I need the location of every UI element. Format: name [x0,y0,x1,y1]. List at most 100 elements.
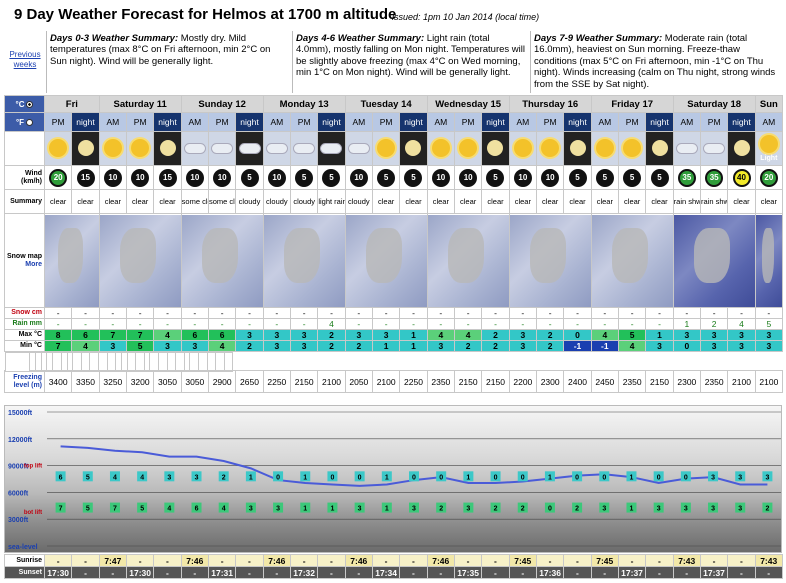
rain-cell: - [399,318,428,330]
sunrise-cell: 7:47 [98,554,127,567]
more-link[interactable]: More [6,261,42,269]
snow-cell: - [754,307,784,319]
snow-map[interactable] [180,213,264,308]
snow-cell: - [399,307,428,319]
snow-map[interactable] [344,213,428,308]
wind-cell: 15 [153,165,182,190]
weather-icon-cell [727,131,756,166]
snow-cell: - [262,307,292,319]
min-cell: 1 [371,340,401,352]
sunrise-cell: - [699,554,729,567]
snow-map[interactable] [262,213,346,308]
max-cell: 3 [699,329,729,341]
period-header: PM [289,112,319,132]
snow-map[interactable] [508,213,592,308]
sun-icon [459,138,478,157]
snow-map[interactable] [426,213,510,308]
svg-text:3: 3 [738,474,742,481]
wind-arrow-icon: 10 [103,168,122,187]
lift-temp-chip: 4 [164,502,175,513]
svg-text:0: 0 [412,474,416,481]
wind-arrow-icon: 35 [677,168,696,187]
freezing-cell: 2050 [344,370,373,393]
celsius-toggle[interactable]: °C [4,95,45,113]
lift-temp-chip: 3 [164,471,175,482]
lift-temp-chip: 5 [82,471,93,482]
sunrise-cell: 7:45 [590,554,619,567]
sunrise-cell: - [71,554,100,567]
period-header: night [235,112,264,132]
freezing-cell: 2150 [481,370,510,393]
weather-icon-cell [508,131,538,166]
wchill-cell: -1 [126,352,137,372]
max-cell: 3 [672,329,702,341]
sunset-cell: - [563,566,592,579]
period-header: night [481,112,510,132]
rain-cell: - [481,318,510,330]
lift-temp-chip: 3 [708,471,719,482]
period-header: AM [590,112,620,132]
wind-arrow-icon: 5 [623,168,642,187]
forecast-table: °C Fri Saturday 11 Sunday 12 Monday 13 Tuesda… [4,95,784,393]
icon-row-label [4,131,45,166]
rain-cell: - [590,318,620,330]
fahrenheit-toggle[interactable]: °F [4,112,45,132]
sunset-cell: 17:32 [289,566,319,579]
sunrise-cell: - [563,554,592,567]
svg-text:3: 3 [195,474,199,481]
period-header: AM [426,112,455,132]
sunrise-label: Sunrise [4,554,45,567]
rain-cell: - [262,318,292,330]
max-cell: 3 [508,329,538,341]
svg-text:1: 1 [630,474,634,481]
freezing-cell: 3350 [71,370,100,393]
weather-icon-cell [617,131,647,166]
max-cell: 8 [43,329,73,341]
sunrise-cell: - [235,554,264,567]
sunset-cell: 17:31 [207,566,237,579]
wind-arrow-icon: 10 [459,168,478,187]
freezing-cell: 2250 [399,370,428,393]
snow-map[interactable] [590,213,674,308]
weather-icon-cell [180,131,210,166]
freezing-cell: 2650 [235,370,264,393]
period-header: night [563,112,592,132]
wind-arrow-icon: 5 [404,168,423,187]
snow-map[interactable] [98,213,182,308]
rain-cell: - [426,318,455,330]
sunrise-cell: - [535,554,565,567]
sunset-cell: 17:36 [535,566,565,579]
min-cell: 3 [426,340,455,352]
period-header: PM [43,112,73,132]
moon-icon [77,139,94,156]
svg-text:1: 1 [466,474,470,481]
sunrise-cell: - [317,554,346,567]
wind-cell: 5 [371,165,401,190]
lift-temp-chip: 0 [436,471,447,482]
weather-icon-cell [71,131,100,166]
sunset-cell: - [590,566,619,579]
cloud-icon [265,143,288,154]
altitude-chart: 15000ft 12000ft 9000ft 6000ft 3000ft sea-leve… [4,405,782,553]
min-cell: 4 [617,340,647,352]
max-cell: 6 [207,329,237,341]
freezing-cell: 2100 [317,370,346,393]
snow-map[interactable] [754,213,784,308]
snowmap-label-text: Snow map [6,252,42,260]
greece-map-image [182,214,263,307]
moon-icon [159,139,176,156]
snow-map[interactable] [672,213,756,308]
snow-map[interactable] [44,213,100,308]
wind-arrow-icon: 20 [759,168,778,187]
svg-text:1: 1 [630,506,634,513]
wind-cell: 5 [399,165,428,190]
previous-weeks-link[interactable]: Previous weeks [4,50,46,70]
wchill-cell: -4 [189,352,199,372]
summary-cell: clear [399,189,428,214]
svg-text:3: 3 [276,506,280,513]
summary-cell: clear [371,189,401,214]
period-header: night [153,112,182,132]
rain-cell: 4 [727,318,756,330]
min-cell: 3 [508,340,538,352]
svg-text:1: 1 [330,506,334,513]
